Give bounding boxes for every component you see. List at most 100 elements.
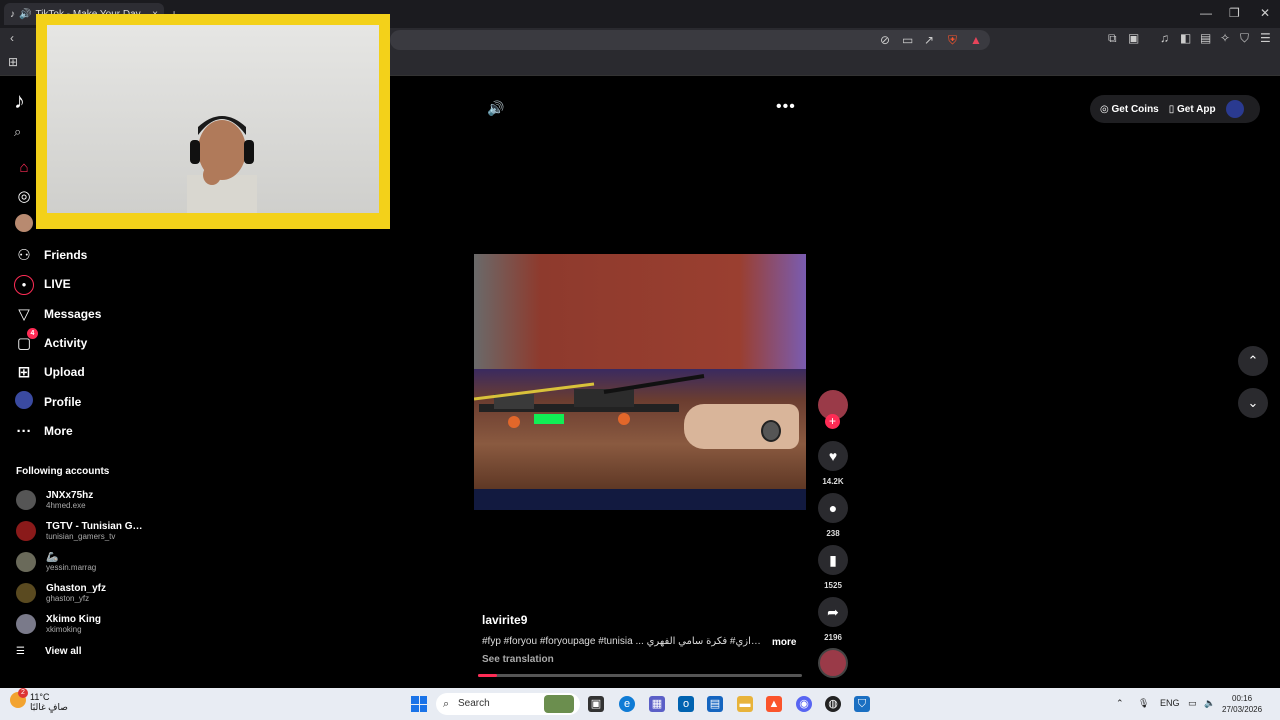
previous-video-button[interactable]: ⌃ (1238, 346, 1268, 376)
get-app-button[interactable]: ▯ Get App (1169, 104, 1216, 115)
microsoft-store-icon[interactable]: ▤ (707, 696, 723, 712)
account-username: 4hmed.exe (46, 501, 86, 510)
language-indicator[interactable]: ENG (1160, 698, 1180, 708)
share-icon[interactable]: ↗ (924, 33, 934, 47)
top-actions-bar: ◎ Get Coins ▯ Get App (1090, 95, 1260, 123)
brave-rewards-icon[interactable]: ▲ (970, 33, 982, 47)
activity-icon: ▢ 4 (14, 328, 38, 352)
obs-icon[interactable]: ◍ (825, 696, 841, 712)
account-name: 🦾 (46, 552, 59, 563)
tab-icon[interactable]: ▤ (1200, 31, 1211, 45)
clock[interactable]: 00:16 27/03/2026 (1222, 693, 1262, 715)
webcam-feed (47, 25, 379, 213)
get-app-label: Get App (1177, 103, 1216, 115)
media-icon[interactable]: ♫ (1160, 31, 1169, 45)
maximize-icon[interactable]: ❐ (1229, 6, 1240, 20)
apps-grid-icon[interactable]: ⊞ (8, 55, 18, 69)
search-icon[interactable]: ⌕ (14, 124, 36, 144)
get-coins-label: Get Coins (1111, 103, 1159, 115)
extensions-icon[interactable]: ⧉ (1108, 31, 1117, 46)
video-progress-bar[interactable] (478, 674, 802, 677)
account-username: ghaston_yfz (46, 594, 90, 603)
see-translation-button[interactable]: See translation (482, 654, 554, 665)
share-arrow-icon: ➦ (827, 604, 839, 620)
weather-widget[interactable]: 2 11°C صافٍ غالبًا (10, 688, 68, 713)
no-tracking-icon[interactable]: ⊘ (880, 33, 890, 47)
volume-icon[interactable]: 🔊 (487, 100, 504, 117)
sidebar-item-label: Activity (44, 336, 88, 350)
home-icon: ⌂ (19, 158, 29, 176)
sidebar-item-more[interactable]: ··· More (0, 419, 150, 443)
leo-ai-icon[interactable]: ✧ (1220, 31, 1230, 45)
temperature: 11°C (30, 692, 50, 702)
account-name: TGTV - Tunisian Ga... (46, 521, 146, 532)
file-explorer-icon[interactable]: ▬ (737, 696, 753, 712)
get-coins-button[interactable]: ◎ Get Coins (1100, 104, 1159, 115)
video-player[interactable] (474, 254, 806, 510)
phone-icon: ▯ (1168, 103, 1178, 115)
taskbar-search-label: Search (458, 698, 490, 709)
address-bar[interactable]: ⊘ ▭ ↗ ⛨ ▲ (390, 30, 990, 50)
following-account[interactable]: Ghaston_yfz ghaston_yfz (16, 581, 156, 605)
view-all-link[interactable]: ☰ View all (16, 646, 81, 657)
sidebar-item-friends[interactable]: ⚇ Friends (0, 243, 150, 267)
close-window-icon[interactable]: ✕ (1260, 6, 1270, 20)
tiktok-logo-icon[interactable]: ♪ (14, 88, 25, 114)
account-name: Ghaston_yfz (46, 583, 107, 594)
sidebar-item-live[interactable]: ● LIVE (0, 272, 150, 296)
video-author[interactable]: lavirite9 (482, 613, 527, 627)
sidebar-toggle-icon[interactable]: ◧ (1180, 31, 1191, 45)
discord-icon[interactable]: ◉ (796, 696, 812, 712)
live-icon: ● (14, 274, 34, 295)
sidebar-item-upload[interactable]: ⊞ Upload (0, 360, 150, 384)
menu-icon[interactable]: ☰ (1260, 31, 1271, 45)
share-button[interactable]: ➦ (818, 597, 848, 627)
store-app-icon[interactable]: ▦ (649, 696, 665, 712)
tray-chevron-up-icon[interactable]: ⌃ (1116, 698, 1124, 709)
edge-icon[interactable]: e (619, 696, 635, 712)
network-icon[interactable]: ▭ (1188, 698, 1197, 709)
sound-avatar[interactable] (818, 648, 848, 678)
avatar (16, 490, 36, 510)
save-button[interactable]: ▮ (818, 545, 848, 575)
task-view-icon[interactable]: ▣ (588, 696, 604, 712)
sidebar-item-activity[interactable]: ▢ 4 Activity (0, 328, 150, 355)
start-button[interactable] (411, 696, 427, 712)
more-options-icon[interactable]: ••• (776, 98, 796, 116)
follow-plus-icon[interactable]: + (825, 414, 840, 429)
vpn-icon[interactable]: ⛉ (1240, 31, 1249, 46)
brave-shields-icon[interactable]: ⛨ (948, 33, 957, 48)
weather-icon: 2 (10, 688, 28, 708)
video-progress-fill (478, 674, 498, 677)
following-account[interactable]: JNXx75hz 4hmed.exe (16, 488, 156, 512)
following-account[interactable]: Xkimo King xkimoking (16, 612, 156, 636)
volume-tray-icon[interactable]: 🔈 (1204, 698, 1215, 709)
microphone-icon[interactable]: 🎙 (1138, 698, 1149, 709)
caption-more-button[interactable]: more (772, 637, 796, 648)
following-account[interactable]: 🦾 yessin.marrag (16, 550, 156, 574)
activity-badge: 4 (27, 328, 38, 339)
sidebar-item-profile[interactable]: Profile (0, 390, 150, 414)
next-video-button[interactable]: ⌄ (1238, 388, 1268, 418)
like-button[interactable]: ♥ (818, 441, 848, 471)
wallet-icon[interactable]: ▣ (1128, 31, 1139, 45)
messages-icon: ▽ (18, 306, 30, 323)
chevron-down-icon: ⌄ (1247, 395, 1259, 410)
comment-button[interactable]: ● (818, 493, 848, 523)
cast-icon[interactable]: ▭ (902, 33, 913, 47)
following-account[interactable]: TGTV - Tunisian Ga... tunisian_gamers_tv (16, 519, 156, 543)
brave-icon[interactable]: ▲ (766, 696, 782, 712)
back-icon[interactable]: ‹ (10, 31, 14, 45)
chevron-up-icon: ⌃ (1247, 353, 1259, 368)
outlook-icon[interactable]: o (678, 696, 694, 712)
account-name: Xkimo King (46, 614, 102, 625)
user-avatar[interactable] (1225, 100, 1244, 118)
sidebar-item-messages[interactable]: ▽ Messages (0, 302, 150, 326)
taskbar-search[interactable]: ⌕ Search (436, 693, 580, 715)
minimize-icon[interactable]: — (1200, 6, 1212, 20)
following-accounts-title: Following accounts (16, 466, 110, 477)
app-icon[interactable]: ⛉ (854, 696, 870, 712)
tab-audio-icon[interactable]: 🔊 (19, 9, 31, 20)
sidebar-item-label: Friends (44, 248, 88, 262)
streamer-image (187, 116, 257, 213)
